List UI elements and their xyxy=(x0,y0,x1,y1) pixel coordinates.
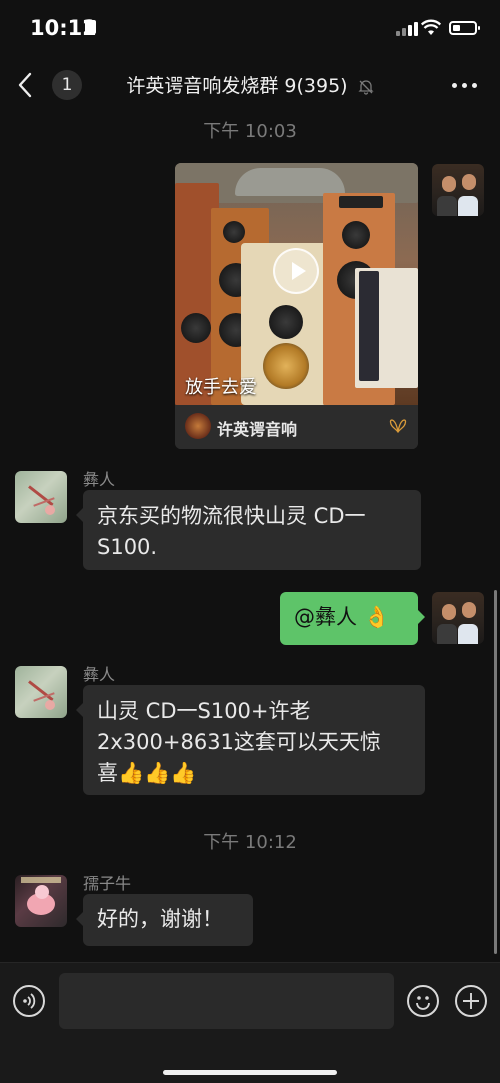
emoji-icon xyxy=(416,996,430,1010)
avatar[interactable] xyxy=(432,164,484,216)
channel-logo xyxy=(185,413,211,439)
voice-icon xyxy=(23,993,36,1009)
cellular-signal-icon xyxy=(396,22,418,36)
video-card-footer: 许英谔音响 xyxy=(175,405,418,449)
plus-icon xyxy=(463,993,479,1009)
more-options-button[interactable] xyxy=(452,80,482,90)
avatar[interactable] xyxy=(15,471,67,523)
video-thumbnail: 放手去爱 xyxy=(175,163,418,405)
sender-name: 孺子牛 xyxy=(83,874,132,893)
message-text-line: 山灵 CD一S100+许老 xyxy=(97,699,311,723)
message-text-line: 京东买的物流很快山灵 CD一 xyxy=(97,504,366,528)
orientation-lock-icon xyxy=(85,20,96,34)
sender-name: 彝人 xyxy=(83,470,116,489)
message-text: @彝人 👌 xyxy=(294,605,390,629)
message-text-line: 喜👍👍👍 xyxy=(97,761,197,785)
input-bar xyxy=(0,962,500,1083)
message-text-line: S100. xyxy=(97,535,158,559)
emoji-button[interactable] xyxy=(407,985,439,1017)
more-functions-button[interactable] xyxy=(455,985,487,1017)
chat-title: 许英谔音响发烧群 9(395) xyxy=(126,75,348,97)
avatar[interactable] xyxy=(15,666,67,718)
voice-input-button[interactable] xyxy=(13,985,45,1017)
avatar[interactable] xyxy=(432,592,484,644)
unread-count-badge: 1 xyxy=(52,70,82,100)
home-indicator xyxy=(163,1070,337,1075)
timestamp: 下午 10:03 xyxy=(203,121,297,142)
video-channel-card[interactable]: 放手去爱 许英谔音响 xyxy=(175,163,418,449)
message-bubble[interactable]: 好的，谢谢！ xyxy=(76,894,253,946)
mute-bell-icon xyxy=(358,79,374,95)
avatar[interactable] xyxy=(15,875,67,927)
status-bar: 10:12 xyxy=(0,0,500,60)
play-icon[interactable] xyxy=(273,248,319,294)
chevron-left-icon xyxy=(18,72,32,98)
back-button[interactable]: 1 xyxy=(14,70,82,100)
message-input[interactable] xyxy=(59,973,394,1029)
message-bubble[interactable]: 京东买的物流很快山灵 CD一 S100. xyxy=(76,490,421,570)
video-caption: 放手去爱 xyxy=(185,377,257,398)
wifi-icon xyxy=(421,19,441,35)
message-bubble[interactable]: 山灵 CD一S100+许老 2x300+8631这套可以天天惊 喜👍👍👍 xyxy=(76,685,425,795)
message-text: 好的，谢谢！ xyxy=(97,907,223,931)
channel-name: 许英谔音响 xyxy=(217,420,298,439)
chat-header: 1 许英谔音响发烧群 9(395) xyxy=(0,60,500,110)
chat-title-wrap[interactable]: 许英谔音响发烧群 9(395) xyxy=(100,71,400,98)
message-text-line: 2x300+8631这套可以天天惊 xyxy=(97,730,381,754)
sender-name: 彝人 xyxy=(83,665,116,684)
scrollbar[interactable] xyxy=(494,590,497,954)
channels-butterfly-icon xyxy=(389,419,407,433)
message-bubble[interactable]: @彝人 👌 xyxy=(280,592,425,645)
timestamp: 下午 10:12 xyxy=(203,832,297,853)
battery-icon xyxy=(449,21,480,35)
